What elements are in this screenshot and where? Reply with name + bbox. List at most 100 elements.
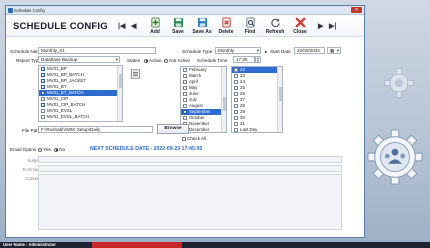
check-all-checkbox[interactable]: Check All [182, 136, 206, 141]
add-label: Add [150, 29, 160, 35]
email-yes-radio-dot [38, 147, 42, 152]
check-all-label: Check All [187, 136, 207, 141]
add-button[interactable]: Add [143, 17, 167, 35]
schedule-time-input[interactable]: 17:35 [233, 56, 255, 63]
report-list-item-checkbox[interactable] [41, 103, 45, 109]
schedule-type-select[interactable]: Monthly [215, 47, 261, 54]
day-list-item-checkbox[interactable] [234, 128, 238, 132]
email-option-label: Email Option [10, 147, 37, 152]
gear-users-decoration-icon [367, 129, 423, 185]
last-record-button[interactable]: ▶| [329, 22, 336, 30]
refresh-icon [270, 18, 280, 28]
save-icon [173, 17, 183, 28]
window-close-button[interactable]: ✕ [351, 7, 362, 13]
month-list-item-checkbox[interactable] [183, 68, 187, 72]
report-list-item-checkbox[interactable] [41, 85, 45, 91]
browse-button[interactable]: Browse [157, 124, 189, 134]
month-list[interactable]: FebruaryMarchAprilMayJuneJulyAugustSepte… [180, 66, 227, 133]
calendar-icon: ▦ [330, 48, 335, 53]
first-record-button[interactable]: |◀ [118, 22, 125, 30]
day-list-item-checkbox[interactable] [234, 104, 238, 108]
report-list-scrollbar[interactable] [117, 66, 122, 121]
next-record-button[interactable]: ▶ [318, 22, 323, 30]
add-icon [150, 17, 160, 28]
not-active-radio[interactable]: Not Active [164, 58, 190, 63]
report-list-item-checkbox[interactable] [41, 97, 45, 101]
month-list-item-checkbox[interactable] [183, 74, 187, 78]
month-list-item-checkbox[interactable] [183, 104, 187, 108]
file-path-input[interactable]: F:\Rushabh\SRK Setup\Daily [38, 126, 153, 133]
schedule-time-spinner[interactable]: ▴ ▾ [255, 56, 261, 63]
prev-record-button[interactable]: ◀ [131, 22, 136, 30]
month-list-item-checkbox[interactable] [183, 86, 187, 90]
report-list-item-checkbox[interactable] [41, 67, 45, 73]
month-list-item-checkbox[interactable] [183, 92, 187, 96]
month-list-scrollbar[interactable] [221, 67, 226, 132]
close-button[interactable]: Close [288, 17, 312, 35]
month-list-item-checkbox[interactable] [183, 116, 187, 120]
save-as-button[interactable]: Save As [190, 17, 214, 35]
email-no-radio[interactable]: No [54, 147, 65, 152]
day-list-item-checkbox[interactable] [234, 98, 238, 102]
gear-decoration-icon [384, 68, 414, 98]
day-list[interactable]: 22 23 24 25 26 27 28 29 30 31 Last Day [231, 66, 283, 133]
page-title: SCHEDULE CONFIG [13, 21, 108, 32]
find-label: Find [244, 29, 256, 35]
day-list-item-checkbox[interactable] [234, 116, 238, 120]
schedule-time-label: Schedule Time [197, 58, 228, 63]
email-yes-radio[interactable]: Yes [38, 147, 51, 152]
day-list-item-checkbox[interactable] [234, 122, 238, 126]
save-button[interactable]: Save [166, 17, 190, 35]
report-list-item[interactable]: MV01_EVSL_BATCH [39, 114, 122, 120]
not-active-label: Not Active [169, 58, 190, 63]
status-user: User Name : Administrator [3, 242, 56, 247]
email-no-label: No [59, 147, 66, 152]
report-list[interactable]: MV01_BPMV01_BP_BATCHMV01_BP_JACKETMV01_B… [38, 65, 123, 122]
delete-label: Delete [218, 29, 234, 35]
day-list-item-checkbox[interactable] [234, 92, 238, 96]
delete-button[interactable]: Delete [214, 17, 238, 35]
day-list-item-checkbox[interactable] [234, 68, 238, 72]
active-radio[interactable]: Active [144, 58, 162, 63]
day-list-item[interactable]: Last Day [232, 127, 282, 132]
month-list-item-checkbox[interactable] [183, 98, 187, 102]
next-schedule-date: NEXT SCHEDULE DATE - 2022-09-23 17:45:00 [90, 146, 203, 152]
month-list-item-checkbox[interactable] [183, 80, 187, 84]
app-icon [8, 8, 13, 13]
start-date-label: Start Date [270, 49, 291, 54]
report-list-item-checkbox[interactable] [41, 79, 45, 85]
start-date-indicator-icon: ▸ [265, 49, 268, 54]
refresh-button[interactable]: Refresh [263, 17, 287, 35]
find-icon [245, 17, 255, 28]
report-list-item-checkbox[interactable] [41, 91, 45, 97]
start-date-input[interactable]: 22/09/2022 [294, 47, 325, 54]
list-filter-icon[interactable] [130, 69, 141, 79]
find-button[interactable]: Find [238, 17, 262, 35]
email-yes-label: Yes [43, 147, 51, 152]
report-list-item-checkbox[interactable] [41, 109, 45, 113]
subject-input[interactable] [38, 156, 342, 163]
active-radio-dot [144, 58, 148, 63]
save-as-icon [197, 17, 207, 28]
day-list-item-checkbox[interactable] [234, 110, 238, 114]
day-list-item-checkbox[interactable] [234, 80, 238, 84]
status-bar: User Name : Administrator [0, 242, 430, 248]
report-type-select[interactable]: Database Backup [38, 56, 120, 63]
day-list-item-checkbox[interactable] [234, 74, 238, 78]
report-list-item-label: MV01_EVSL_BATCH [47, 114, 90, 119]
to-email-label: To Email [22, 167, 40, 172]
start-date-picker-button[interactable]: ▦ [327, 47, 341, 54]
report-list-item-checkbox[interactable] [41, 73, 45, 79]
day-list-scrollbar[interactable] [277, 67, 282, 132]
day-list-item-checkbox[interactable] [234, 86, 238, 90]
report-list-item-checkbox[interactable] [41, 115, 45, 119]
to-email-input[interactable] [38, 165, 342, 172]
active-label: Active [149, 58, 162, 63]
content-textarea[interactable] [38, 174, 342, 230]
delete-icon [221, 17, 231, 28]
status-accent-stripe [92, 242, 182, 248]
schedule-config-window: Schedule Config ✕ SCHEDULE CONFIG |◀ ◀ A… [5, 5, 365, 238]
save-as-label: Save As [192, 29, 212, 35]
month-list-item-checkbox[interactable] [183, 110, 187, 116]
schedule-name-input[interactable]: Monthly_01 [38, 47, 156, 54]
